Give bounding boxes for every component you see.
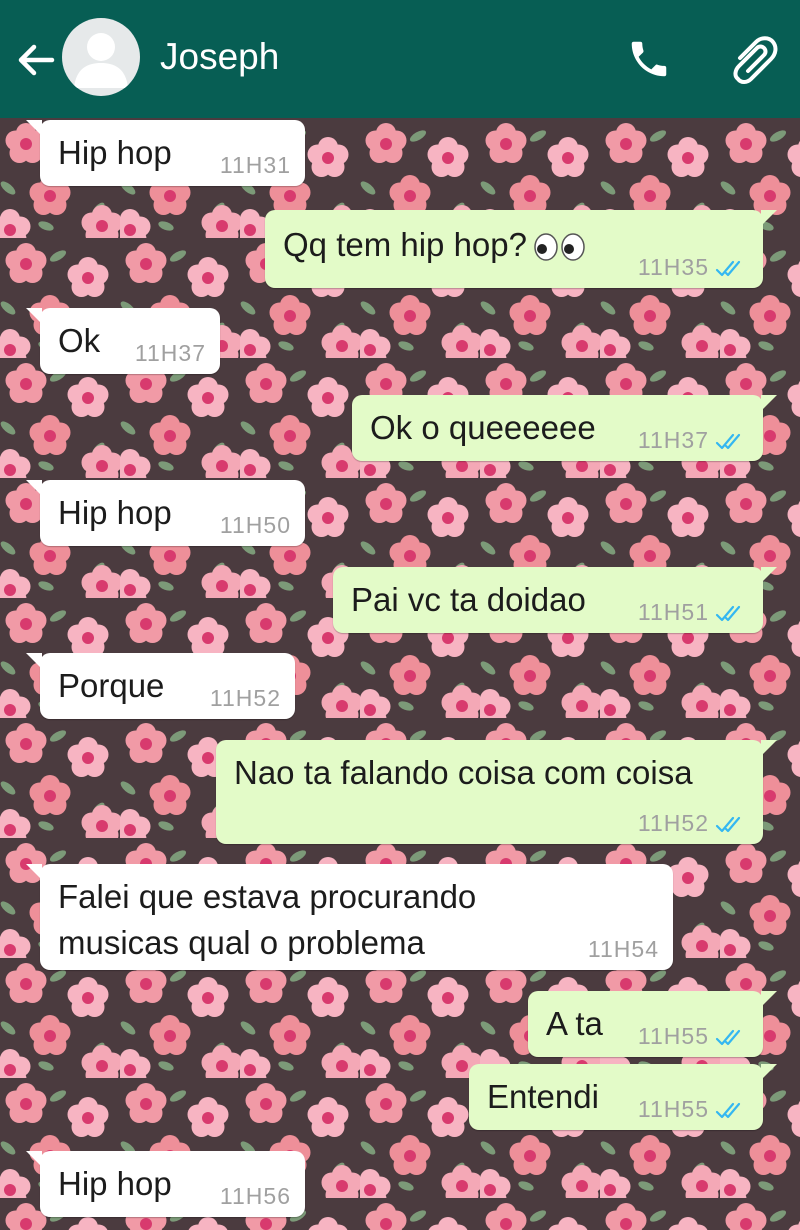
double-check-icon [715,260,741,277]
message-time: 11H55 [637,1096,709,1122]
eyes-emoji-icon [534,233,585,262]
message-bubble-outgoing[interactable]: Nao ta falando coisa com coisa 11H52 [216,740,777,844]
message-time: 11H52 [209,685,281,711]
message-time: 11H55 [637,1023,709,1049]
chat-header: Joseph [0,0,800,118]
message-bubble-outgoing[interactable]: Qq tem hip hop? 11H35 [265,210,777,288]
message-time: 11H50 [219,512,291,538]
message-text: Hip hop [58,494,172,531]
message-bubble-incoming[interactable]: Ok 11H37 [26,308,220,374]
message-text: A ta [546,1005,603,1042]
message-time: 11H56 [219,1183,291,1209]
message-time: 11H52 [637,810,709,836]
avatar[interactable] [62,18,140,96]
double-check-icon [715,816,741,833]
message-text: Entendi [487,1078,599,1115]
message-time: 11H37 [134,340,206,366]
paperclip-icon[interactable] [726,34,778,86]
double-check-icon [715,1102,741,1119]
message-time: 11H31 [219,152,291,178]
message-text: Ok o queeeeee [370,409,596,446]
phone-icon[interactable] [626,36,672,82]
message-bubble-outgoing[interactable]: Ok o queeeeee 11H37 [352,395,777,461]
message-text: Porque [58,667,165,704]
message-bubble-incoming[interactable]: Hip hop 11H31 [26,120,305,186]
contact-name[interactable]: Joseph [160,36,279,78]
message-text: Nao ta falando coisa com coisa [234,754,693,791]
message-bubble-incoming[interactable]: Porque 11H52 [26,653,295,719]
message-text: Hip hop [58,134,172,171]
arrow-left-icon[interactable] [14,38,58,82]
message-bubble-outgoing[interactable]: A ta 11H55 [528,991,777,1057]
message-text: Ok [58,322,101,359]
message-bubble-incoming[interactable]: Hip hop 11H50 [26,480,305,546]
message-text: Qq tem hip hop? [283,226,527,263]
message-time: 11H51 [637,599,709,625]
double-check-icon [715,433,741,450]
default-avatar-icon [74,33,128,88]
double-check-icon [715,1029,741,1046]
message-time: 11H35 [637,254,709,280]
message-text: Hip hop [58,1165,172,1202]
message-bubble-outgoing[interactable]: Pai vc ta doidao 11H51 [333,567,777,633]
message-time: 11H54 [587,936,659,962]
message-bubble-outgoing[interactable]: Entendi 11H55 [469,1064,777,1130]
message-time: 11H37 [637,427,709,453]
message-text: Pai vc ta doidao [351,581,586,618]
message-bubble-incoming[interactable]: Hip hop 11H56 [26,1151,305,1217]
double-check-icon [715,605,741,622]
message-text: Falei que estava procurando musicas qual… [58,878,477,961]
chat-area[interactable]: Hip hop 11H31 Qq tem hip hop? 11H35 Ok 1… [0,118,800,1230]
message-bubble-incoming[interactable]: Falei que estava procurando musicas qual… [26,864,673,970]
